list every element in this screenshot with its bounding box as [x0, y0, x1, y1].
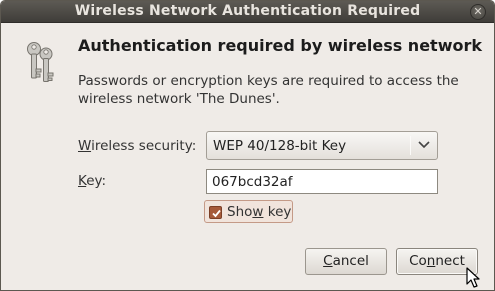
- dialog-description: Passwords or encryption keys are require…: [78, 73, 459, 107]
- dialog-window: Wireless Network Authentication Required…: [0, 0, 495, 291]
- dialog-heading: Authentication required by wireless netw…: [78, 36, 482, 55]
- wireless-security-dropdown[interactable]: WEP 40/128-bit Key: [206, 131, 438, 160]
- cancel-button[interactable]: Cancel: [305, 248, 387, 275]
- window-title: Wireless Network Authentication Required: [74, 3, 421, 19]
- show-key-label: Show key: [227, 204, 292, 220]
- checkbox-checked-icon[interactable]: [209, 206, 222, 219]
- key-label: Key:: [78, 173, 107, 189]
- show-key-checkbox[interactable]: Show key: [204, 200, 293, 223]
- close-icon[interactable]: ✕: [470, 4, 486, 20]
- wireless-security-label: Wireless security:: [78, 138, 197, 154]
- titlebar[interactable]: Wireless Network Authentication Required…: [1, 1, 494, 23]
- chevron-down-icon: [418, 141, 430, 149]
- dropdown-separator: [410, 136, 411, 155]
- keys-icon: [27, 42, 54, 82]
- mouse-cursor-icon: [466, 267, 480, 288]
- wireless-security-value: WEP 40/128-bit Key: [213, 138, 347, 154]
- key-input[interactable]: [206, 169, 438, 194]
